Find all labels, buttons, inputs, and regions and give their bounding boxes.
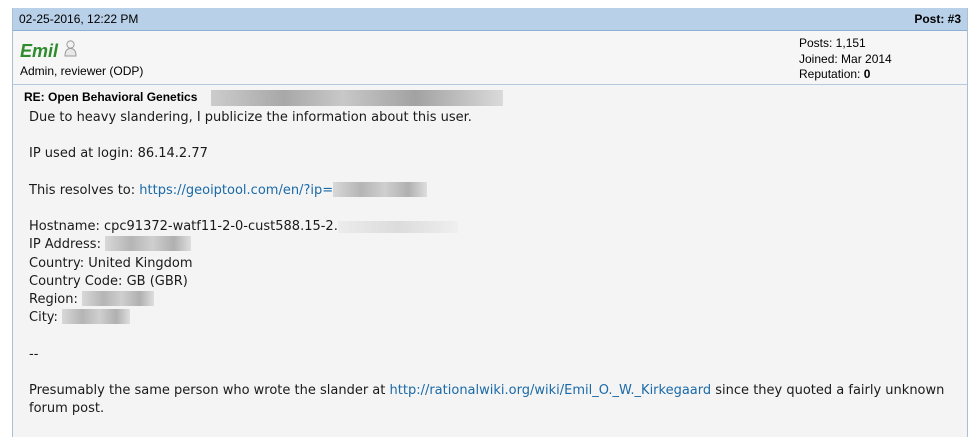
redacted-hostname bbox=[337, 221, 458, 234]
offline-user-icon bbox=[64, 40, 77, 57]
rationalwiki-link[interactable]: http://rationalwiki.org/wiki/Emil_O._W._… bbox=[390, 383, 712, 398]
geoiptool-link[interactable]: https://geoiptool.com/en/?ip= bbox=[139, 183, 333, 198]
country-code-line: Country Code: GB (GBR) bbox=[29, 273, 188, 289]
post-date: 02-25-2016, 12:22 PM bbox=[19, 12, 139, 26]
intro-line: Due to heavy slandering, I publicize the… bbox=[29, 110, 472, 125]
presumably-text: Presumably the same person who wrote the… bbox=[29, 382, 390, 398]
post-header: 02-25-2016, 12:22 PM Post: #3 bbox=[13, 8, 967, 31]
user-title: Admin, reviewer (ODP) bbox=[20, 64, 144, 78]
message-title: RE: Open Behavioral Genetics bbox=[24, 90, 198, 104]
ip-address-line: IP Address: bbox=[29, 236, 954, 254]
user-info: Emil Admin, reviewer (ODP) Posts: 1,151 … bbox=[13, 31, 967, 85]
username-link[interactable]: Emil bbox=[20, 41, 58, 62]
ip-address-label: IP Address: bbox=[29, 237, 106, 253]
separator-line: -- bbox=[29, 346, 39, 362]
city-label: City: bbox=[29, 310, 63, 326]
reputation-value[interactable]: 0 bbox=[864, 67, 871, 81]
presumably-paragraph: Presumably the same person who wrote the… bbox=[29, 382, 954, 418]
post-number-link[interactable]: Post: #3 bbox=[914, 12, 967, 26]
resolves-line: This resolves to: https://geoiptool.com/… bbox=[29, 181, 954, 200]
ip-line: IP used at login: 86.14.2.77 bbox=[29, 146, 208, 162]
hostname-line: Hostname: cpc91372-watf11-2-0-cust588.15… bbox=[29, 218, 954, 236]
region-label: Region: bbox=[29, 291, 83, 307]
region-line: Region: bbox=[29, 290, 954, 309]
hostname-text: Hostname: cpc91372-watf11-2-0-cust588.15… bbox=[29, 219, 338, 235]
message-body: Due to heavy slandering, I publicize the… bbox=[29, 109, 954, 418]
redacted-region bbox=[82, 290, 155, 306]
user-stats: Posts: 1,151 Joined: Mar 2014 Reputation… bbox=[799, 36, 892, 83]
country-line: Country: United Kingdom bbox=[29, 255, 193, 271]
redacted-ip bbox=[333, 181, 428, 197]
city-line: City: bbox=[29, 309, 954, 327]
reputation: Reputation: 0 bbox=[799, 67, 892, 83]
resolves-label: This resolves to: bbox=[29, 182, 140, 198]
redacted-city bbox=[62, 309, 131, 325]
reputation-label: Reputation: bbox=[799, 67, 861, 81]
joined-date: Joined: Mar 2014 bbox=[799, 51, 892, 66]
posts-count: Posts: 1,151 bbox=[799, 36, 866, 50]
redacted-ip-address bbox=[105, 236, 192, 252]
forum-post: 02-25-2016, 12:22 PM Post: #3 Emil Admin… bbox=[12, 8, 968, 437]
redacted-title-block bbox=[211, 90, 503, 106]
